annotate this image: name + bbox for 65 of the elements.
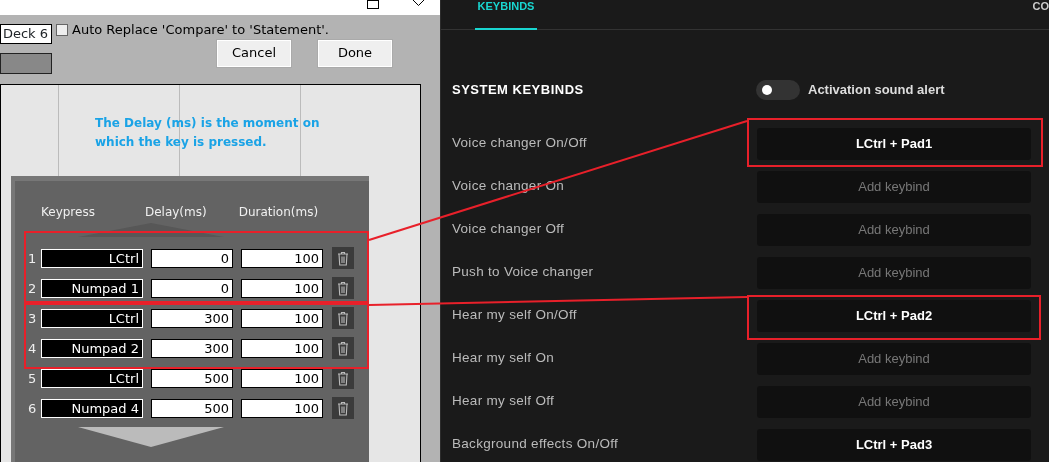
keypress-field[interactable]: LCtrl	[41, 308, 143, 328]
blank-field	[0, 53, 52, 74]
delete-button[interactable]	[332, 337, 354, 360]
delay-field[interactable]: 500	[151, 398, 233, 418]
column-header: Delay(ms)	[144, 205, 207, 220]
keypress-field[interactable]: Numpad 1	[41, 278, 143, 298]
trash-icon	[337, 400, 349, 416]
row-number: 6	[28, 400, 38, 417]
keybind-button[interactable]: Add keybind	[757, 256, 1031, 289]
row-number: 3	[28, 310, 38, 327]
duration-field[interactable]: 100	[241, 278, 323, 298]
row-number: 1	[28, 250, 38, 267]
section-title: SYSTEM KEYBINDS	[452, 82, 585, 98]
hint-text: The Delay (ms) is the moment on which the key is pressed.	[95, 115, 321, 151]
keypress-field[interactable]: Numpad 2	[41, 338, 143, 358]
action-label: Voice changer On/Off	[452, 135, 587, 152]
deck-field[interactable]: Deck 6	[0, 24, 52, 44]
duration-field[interactable]: 100	[241, 398, 323, 418]
action-label: Hear my self On/Off	[452, 307, 577, 324]
delete-button[interactable]	[332, 367, 354, 390]
delete-button[interactable]	[332, 247, 354, 270]
trash-icon	[337, 280, 349, 296]
keypress-field[interactable]: Numpad 4	[41, 398, 143, 418]
delete-button[interactable]	[332, 397, 354, 420]
keybind-button[interactable]: Add keybind	[757, 342, 1031, 375]
maximize-icon[interactable]	[367, 0, 379, 9]
keybind-button[interactable]: Add keybind	[757, 385, 1031, 418]
duration-field[interactable]: 100	[241, 308, 323, 328]
keypress-field[interactable]: LCtrl	[41, 248, 143, 268]
checkbox[interactable]	[56, 23, 68, 36]
delay-field[interactable]: 300	[151, 338, 233, 358]
checkbox-label: Auto Replace 'Compare' to 'Statement'.	[72, 22, 329, 38]
delete-button[interactable]	[332, 277, 354, 300]
column-header: Keypress	[41, 205, 95, 220]
action-label: Push to Voice changer	[452, 264, 594, 281]
cancel-button[interactable]: Cancel	[217, 39, 291, 67]
keybind-button[interactable]: LCtrl + Pad3	[757, 428, 1031, 461]
toggle-switch[interactable]	[756, 80, 800, 100]
trash-icon	[337, 250, 349, 266]
trash-icon	[337, 340, 349, 356]
delete-button[interactable]	[332, 307, 354, 330]
tab[interactable]: CO	[1032, 0, 1049, 30]
delay-field[interactable]: 300	[151, 308, 233, 328]
trash-icon	[337, 370, 349, 386]
column-header: Duration(ms)	[238, 205, 319, 220]
toggle-label: Activation sound alert	[808, 81, 945, 99]
trash-icon	[337, 310, 349, 326]
action-label: Background effects On/Off	[452, 436, 619, 453]
keybind-button[interactable]: Add keybind	[757, 170, 1031, 203]
row-number: 5	[28, 370, 38, 387]
duration-field[interactable]: 100	[241, 338, 323, 358]
keybind-button[interactable]: LCtrl + Pad1	[757, 127, 1031, 160]
action-label: Voice changer Off	[452, 221, 565, 238]
action-label: Voice changer On	[452, 178, 565, 195]
tab[interactable]: KEYBINDS	[475, 0, 537, 30]
row-number: 4	[28, 340, 38, 357]
duration-field[interactable]: 100	[241, 248, 323, 268]
action-label: Hear my self On	[452, 350, 555, 367]
delay-field[interactable]: 0	[151, 248, 233, 268]
action-label: Hear my self Off	[452, 393, 555, 410]
keybind-button[interactable]: LCtrl + Pad2	[757, 299, 1031, 332]
keybind-button[interactable]: Add keybind	[757, 213, 1031, 246]
delay-field[interactable]: 0	[151, 278, 233, 298]
row-number: 2	[28, 280, 38, 297]
done-button[interactable]: Done	[318, 39, 392, 67]
